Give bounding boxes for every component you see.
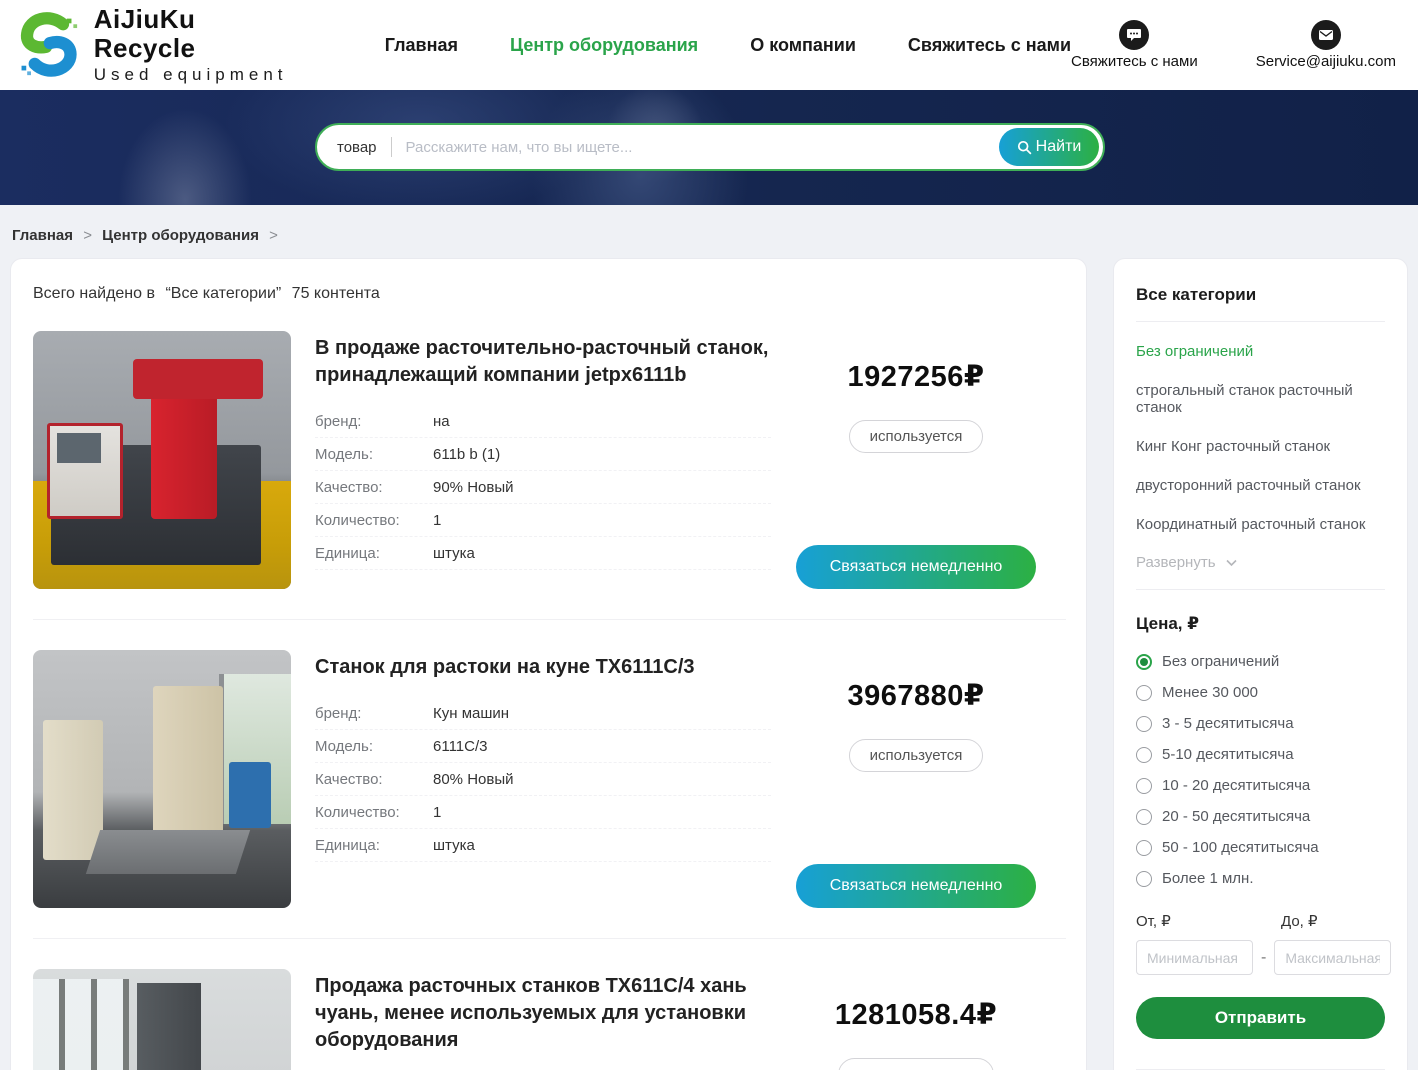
logo-title: AiJiuKu Recycle [94,5,293,62]
radio-selected [1136,654,1152,670]
results-summary: Всего найдено в “Все категории” 75 конте… [33,285,1066,303]
product-card-3: Продажа расточных станков TX611C/4 хань … [33,938,1066,1070]
price-option-3-5[interactable]: 3 - 5 десятитысяча [1136,708,1385,739]
chevron-down-icon [1226,559,1237,567]
mail-icon [1311,20,1341,50]
results-panel: Всего найдено в “Все категории” 75 конте… [10,258,1087,1070]
search-type-label: товар [337,139,377,156]
search-divider [391,137,392,157]
product-field-unit: Единица:штука [315,829,771,862]
main-nav: Главная Центр оборудования О компании Св… [385,35,1071,56]
summary-category: “Все категории” [165,285,281,302]
product-field-model: Модель:6111C/3 [315,730,771,763]
radio [1136,716,1152,732]
search-button[interactable]: Найти [999,128,1099,166]
price-min-input[interactable] [1136,940,1253,975]
hero-banner: товар Найти [0,90,1418,205]
contact-now-button[interactable]: Связаться немедленно [796,864,1036,908]
product-field-quality: Качество:90% Новый [315,471,771,504]
product-card-2: Станок для растоки на куне TX6111C/3 бре… [33,619,1066,938]
product-image[interactable] [33,650,291,908]
price-to-label: До, ₽ [1281,912,1318,930]
radio [1136,871,1152,887]
breadcrumb-home[interactable]: Главная [12,227,73,244]
nav-home[interactable]: Главная [385,35,458,56]
nav-contact[interactable]: Свяжитесь с нами [908,35,1071,56]
price-option-20-50[interactable]: 20 - 50 десятитысяча [1136,801,1385,832]
logo-icon [14,9,84,81]
price-option-over-1m[interactable]: Более 1 млн. [1136,863,1385,894]
header-contacts: Свяжитесь с нами Service@aijiuku.com [1071,20,1404,70]
summary-count: 75 контента [292,285,380,302]
category-double-boring[interactable]: двусторонний расточный станок [1136,466,1385,505]
radio [1136,747,1152,763]
search-bar: товар Найти [315,123,1105,171]
price-from-label: От, ₽ [1136,912,1281,930]
product-field-model: Модель:611b b (1) [315,438,771,471]
price-option-50-100[interactable]: 50 - 100 десятитысяча [1136,832,1385,863]
contact-now-button[interactable]: Связаться немедленно [796,545,1036,589]
category-coordinate-boring[interactable]: Координатный расточный станок [1136,505,1385,544]
radio [1136,778,1152,794]
category-kingkong-boring[interactable]: Кинг Конг расточный станок [1136,427,1385,466]
breadcrumb-equipment-center[interactable]: Центр оборудования [102,227,259,244]
expand-categories[interactable]: Развернуть [1136,544,1385,590]
status-badge: не используется [838,1058,994,1070]
product-price: 3967880₽ [847,678,984,713]
category-planer-boring[interactable]: строгальный станок расточный станок [1136,371,1385,427]
categories-title: Все категории [1136,285,1385,322]
product-image[interactable] [33,331,291,589]
product-price: 1281058.4₽ [835,997,997,1032]
product-field-quality: Качество:80% Новый [315,763,771,796]
price-filter-title: Цена, ₽ [1136,614,1385,634]
product-field-brand: бренд:на [315,405,771,438]
search-icon [1017,140,1032,155]
product-image[interactable] [33,969,291,1070]
status-badge: используется [849,739,984,772]
filter-sidebar: Все категории Без ограничений строгальны… [1113,258,1408,1070]
nav-equipment-center[interactable]: Центр оборудования [510,35,698,56]
category-no-limit[interactable]: Без ограничений [1136,332,1385,371]
range-dash: - [1261,949,1266,967]
breadcrumb-separator: > [83,227,92,244]
header: AiJiuKu Recycle Used equipment Главная Ц… [0,0,1418,90]
price-max-input[interactable] [1274,940,1391,975]
contact-email[interactable]: Service@aijiuku.com [1256,20,1396,70]
submit-filter-button[interactable]: Отправить [1136,997,1385,1039]
product-field-quantity: Количество:1 [315,796,771,829]
product-title[interactable]: Продажа расточных станков TX611C/4 хань … [315,973,771,1054]
breadcrumb: Главная > Центр оборудования > [0,205,1418,244]
radio [1136,685,1152,701]
product-card-1: В продаже расточительно-расточный станок… [33,331,1066,619]
price-option-5-10[interactable]: 5-10 десятитысяча [1136,739,1385,770]
product-field-quantity: Количество:1 [315,504,771,537]
product-title[interactable]: Станок для растоки на куне TX6111C/3 [315,654,771,681]
contact-email-label: Service@aijiuku.com [1256,53,1396,70]
product-field-brand: бренд:Кун машин [315,697,771,730]
logo-subtitle: Used equipment [94,65,293,85]
contact-chat[interactable]: Свяжитесь с нами [1071,20,1198,70]
logo[interactable]: AiJiuKu Recycle Used equipment [14,5,293,84]
contact-chat-label: Свяжитесь с нами [1071,53,1198,70]
status-badge: используется [849,420,984,453]
breadcrumb-separator: > [269,227,278,244]
search-input[interactable] [406,139,993,156]
price-option-under-30000[interactable]: Менее 30 000 [1136,677,1385,708]
product-field-unit: Единица:штука [315,537,771,570]
product-price: 1927256₽ [847,359,984,394]
radio [1136,809,1152,825]
product-title[interactable]: В продаже расточительно-расточный станок… [315,335,771,389]
nav-about[interactable]: О компании [750,35,856,56]
chat-icon [1119,20,1149,50]
price-option-10-20[interactable]: 10 - 20 десятитысяча [1136,770,1385,801]
radio [1136,840,1152,856]
search-button-label: Найти [1036,138,1082,156]
price-option-no-limit[interactable]: Без ограничений [1136,646,1385,677]
summary-prefix: Всего найдено в [33,285,155,302]
